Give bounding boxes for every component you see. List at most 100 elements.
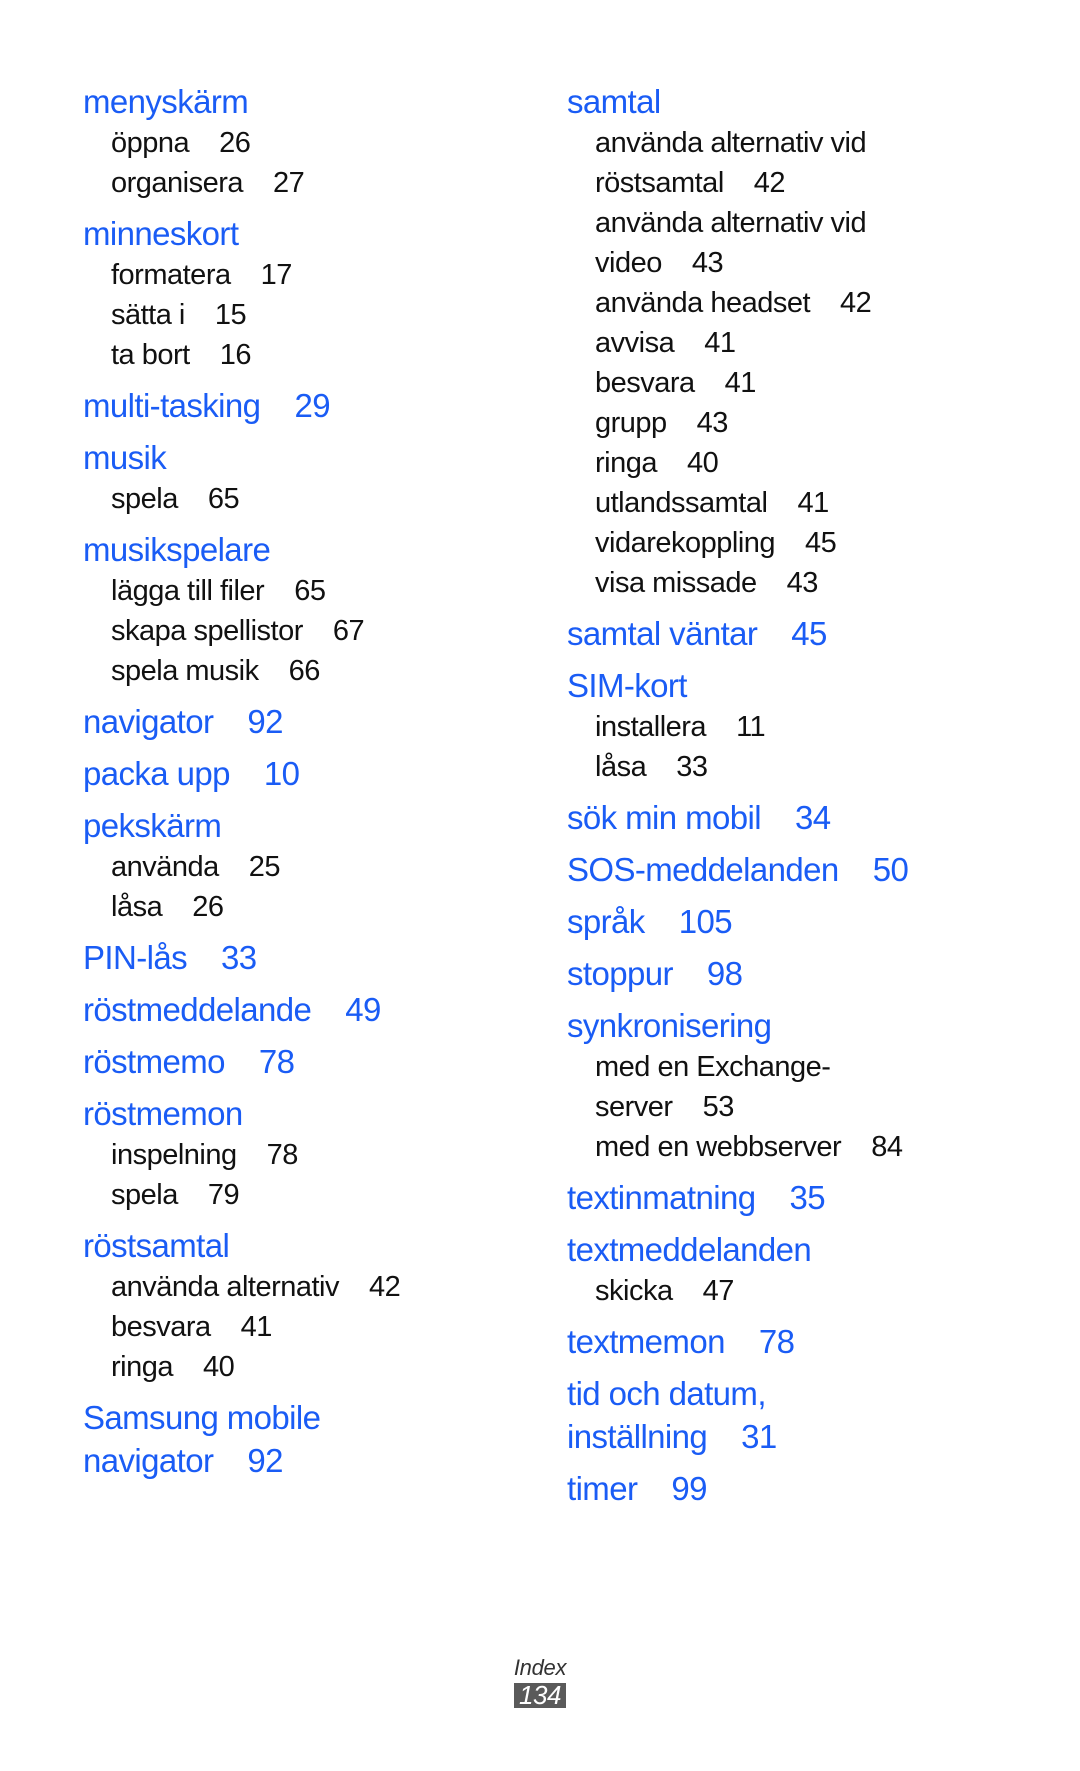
- index-entry-pin-las: PIN-lås 33: [83, 936, 553, 979]
- heading-term: tid och datum,: [567, 1375, 766, 1412]
- heading-term: synkronisering: [567, 1007, 772, 1044]
- heading-page-ref: 45: [791, 615, 827, 652]
- subentry-line: inspelning 78: [111, 1135, 553, 1175]
- index-entry-musik: musik spela 65: [83, 436, 553, 519]
- index-heading: textmeddelanden: [567, 1228, 1037, 1271]
- subentry-page-ref: 41: [240, 1311, 273, 1343]
- index-entry-multi-tasking: multi-tasking 29: [83, 384, 553, 427]
- heading-line: tid och datum,: [567, 1372, 1037, 1415]
- index-column-right: samtal använda alternativ vid röstsamtal 42…: [567, 80, 1037, 1510]
- index-heading: textinmatning 35: [567, 1176, 1037, 1219]
- subentry-line: organisera 27: [111, 163, 553, 203]
- heading-line: synkronisering: [567, 1004, 1037, 1047]
- index-entry-packa-upp: packa upp 10: [83, 752, 553, 795]
- index-subentry: visa missade 43: [567, 563, 1037, 603]
- subentry-term: grupp: [595, 407, 667, 439]
- subentry-line: låsa 33: [595, 747, 1037, 787]
- subentry-line: visa missade 43: [595, 563, 1037, 603]
- index-subentry: med en webbserver 84: [567, 1127, 1037, 1167]
- index-entry-textmemon: textmemon 78: [567, 1320, 1037, 1363]
- index-column-left: menyskärm öppna 26 organisera 27 minneskort fo…: [83, 80, 553, 1482]
- index-heading: synkronisering: [567, 1004, 1037, 1047]
- index-heading: menyskärm: [83, 80, 553, 123]
- subentry-line: ringa 40: [111, 1347, 553, 1387]
- index-subentry: besvara 41: [567, 363, 1037, 403]
- subentry-line: spela 65: [111, 479, 553, 519]
- index-subentry: spela 79: [83, 1175, 553, 1215]
- subentry-term: lägga till filer: [111, 575, 265, 607]
- heading-page-ref: 99: [671, 1470, 707, 1507]
- heading-line: navigator 92: [83, 700, 553, 743]
- index-entry-textinmatning: textinmatning 35: [567, 1176, 1037, 1219]
- index-subentry: med en Exchange-server 53: [567, 1047, 1037, 1127]
- heading-term: SIM-kort: [567, 667, 687, 704]
- heading-line: musik: [83, 436, 553, 479]
- subentry-term: sätta i: [111, 299, 185, 331]
- heading-term: packa upp: [83, 755, 230, 792]
- index-heading: röstmemo 78: [83, 1040, 553, 1083]
- subentry-term: inspelning: [111, 1139, 237, 1171]
- subentry-line: utlandssamtal 41: [595, 483, 1037, 523]
- index-heading: multi-tasking 29: [83, 384, 553, 427]
- heading-line: Samsung mobile: [83, 1396, 553, 1439]
- index-heading: tid och datum, inställning 31: [567, 1372, 1037, 1458]
- subentry-term: använda alternativ: [111, 1271, 340, 1303]
- heading-term: musikspelare: [83, 531, 271, 568]
- index-subentry: sätta i 15: [83, 295, 553, 335]
- footer-section-title: Index: [513, 1655, 567, 1680]
- subentry-page-ref: 26: [219, 127, 251, 159]
- index-subentry: använda alternativ vid röstsamtal 42: [567, 123, 1037, 203]
- heading-page-ref: 92: [247, 703, 283, 740]
- index-heading: samtal väntar 45: [567, 612, 1037, 655]
- subentry-line: installera 11: [595, 707, 1037, 747]
- index-entry-rostmeddelande: röstmeddelande 49: [83, 988, 553, 1031]
- subentry-page-ref: 41: [724, 367, 757, 399]
- subentry-page-ref: 41: [704, 327, 736, 359]
- index-heading: SIM-kort: [567, 664, 1037, 707]
- subentry-line: lägga till filer 65: [111, 571, 553, 611]
- index-entry-sprak: språk 105: [567, 900, 1037, 943]
- index-entry-rostmemo: röstmemo 78: [83, 1040, 553, 1083]
- page-number-badge: 134: [514, 1682, 566, 1708]
- subentry-term: använda alternativ vid: [595, 127, 867, 159]
- index-subentry: låsa 26: [83, 887, 553, 927]
- index-entry-navigator: navigator 92: [83, 700, 553, 743]
- heading-page-ref: 78: [758, 1323, 795, 1360]
- heading-line: menyskärm: [83, 80, 553, 123]
- heading-line: minneskort: [83, 212, 553, 255]
- subentry-term: använda headset: [595, 287, 811, 319]
- subentry-page-ref: 67: [332, 615, 365, 647]
- index-entry-tid-och-datum-installning: tid och datum, inställning 31: [567, 1372, 1037, 1458]
- heading-term: textmeddelanden: [567, 1231, 812, 1268]
- index-heading: SOS-meddelanden 50: [567, 848, 1037, 891]
- index-entry-synkronisering: synkronisering med en Exchange-server 53 me…: [567, 1004, 1037, 1167]
- subentry-term: server: [595, 1091, 673, 1123]
- subentry-term: ringa: [111, 1351, 174, 1383]
- subentry-line: spela 79: [111, 1175, 553, 1215]
- subentry-page-ref: 42: [753, 167, 786, 199]
- heading-line: språk 105: [567, 900, 1037, 943]
- subentry-line: använda 25: [111, 847, 553, 887]
- heading-page-ref: 92: [247, 1442, 283, 1479]
- index-heading: röstmemon: [83, 1092, 553, 1135]
- subentry-page-ref: 15: [214, 299, 247, 331]
- heading-page-ref: 10: [263, 755, 300, 792]
- subentry-line: röstsamtal 42: [595, 163, 1037, 203]
- index-subentry: utlandssamtal 41: [567, 483, 1037, 523]
- subentry-page-ref: 43: [786, 567, 819, 599]
- index-entry-textmeddelanden: textmeddelanden skicka 47: [567, 1228, 1037, 1311]
- index-entry-samsung-mobile-navigator: Samsung mobile navigator 92: [83, 1396, 553, 1482]
- subentry-page-ref: 11: [736, 711, 766, 743]
- index-heading: musikspelare: [83, 528, 553, 571]
- subentry-term: vidarekoppling: [595, 527, 776, 559]
- subentry-line: ringa 40: [595, 443, 1037, 483]
- heading-term: röstmeddelande: [83, 991, 312, 1028]
- index-subentry: ringa 40: [567, 443, 1037, 483]
- subentry-term: röstsamtal: [595, 167, 724, 199]
- heading-line: navigator 92: [83, 1439, 553, 1482]
- subentry-term: spela: [111, 1179, 178, 1211]
- heading-line: sök min mobil 34: [567, 796, 1037, 839]
- heading-line: samtal väntar 45: [567, 612, 1037, 655]
- subentry-term: utlandssamtal: [595, 487, 768, 519]
- index-entry-samtal: samtal använda alternativ vid röstsamtal 42…: [567, 80, 1037, 603]
